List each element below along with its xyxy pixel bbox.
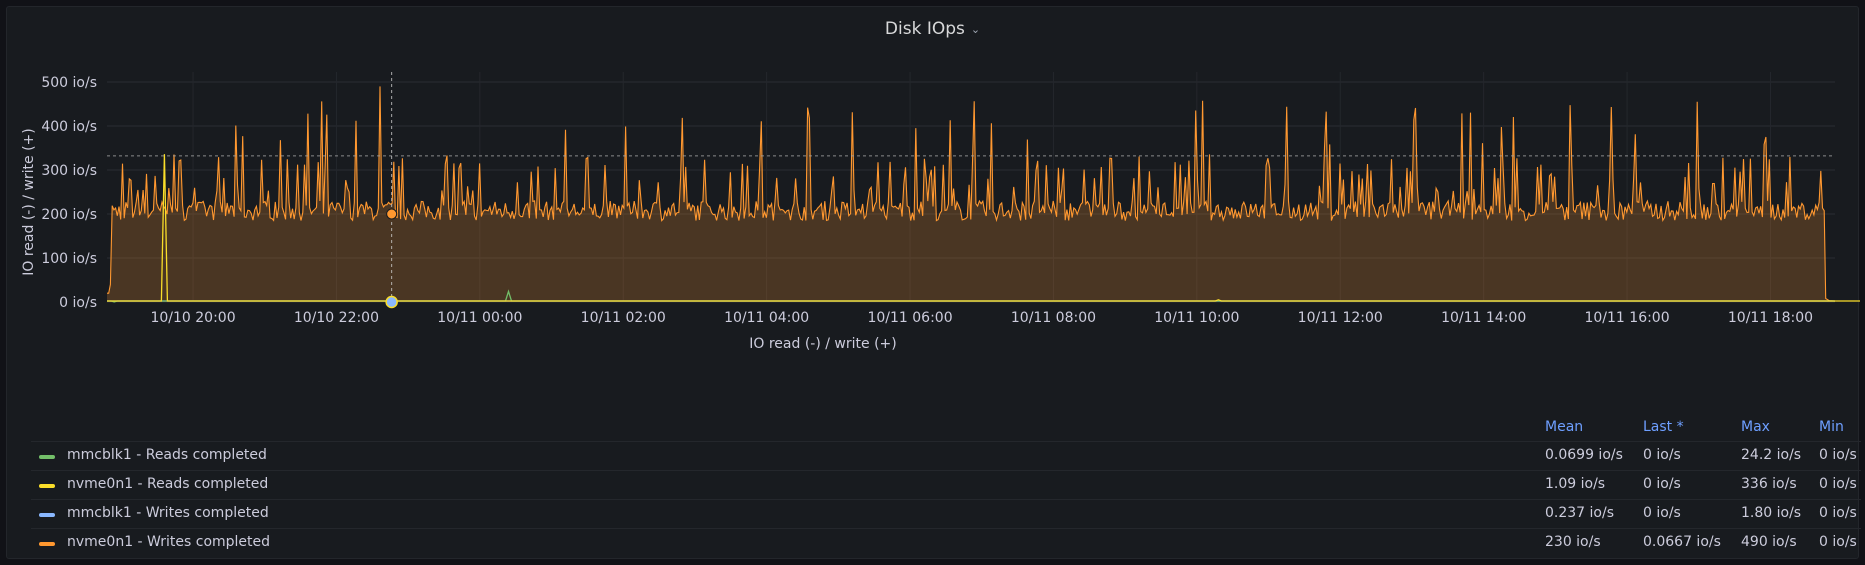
legend-min: 0 io/s [1819, 534, 1857, 550]
legend-row[interactable]: mmcblk1 - Reads completed 0.0699 io/s 0 … [31, 441, 1861, 470]
legend-header-mean[interactable]: Mean [1545, 419, 1583, 435]
y-tick-labels: 0 io/s 100 io/s 200 io/s 300 io/s 400 io/s 50… [41, 75, 97, 311]
x-tick-label: 10/11 18:00 [1728, 310, 1813, 326]
y-tick-label: 0 io/s [59, 295, 97, 311]
legend-max: 1.80 io/s [1741, 505, 1802, 521]
x-axis-label: IO read (-) / write (+) [749, 336, 896, 352]
legend-header-min[interactable]: Min [1819, 419, 1844, 435]
legend-header-max[interactable]: Max [1741, 419, 1770, 435]
x-tick-label: 10/11 16:00 [1584, 310, 1669, 326]
y-tick-label: 400 io/s [41, 119, 97, 135]
legend-mean: 0.237 io/s [1545, 505, 1614, 521]
legend-last: 0 io/s [1643, 505, 1681, 521]
legend-series-name[interactable]: nvme0n1 - Writes completed [67, 534, 270, 550]
y-tick-label: 200 io/s [41, 207, 97, 223]
cursor-point-writes [386, 208, 398, 220]
legend-max: 490 io/s [1741, 534, 1797, 550]
legend-last: 0 io/s [1643, 476, 1681, 492]
series-layer [107, 72, 1860, 309]
x-tick-label: 10/10 22:00 [294, 310, 379, 326]
legend-last: 0.0667 io/s [1643, 534, 1721, 550]
y-tick-label: 100 io/s [41, 251, 97, 267]
legend-swatch [39, 542, 55, 546]
x-tick-label: 10/11 00:00 [437, 310, 522, 326]
x-tick-label: 10/11 10:00 [1154, 310, 1239, 326]
y-tick-label: 500 io/s [41, 75, 97, 91]
legend-mean: 0.0699 io/s [1545, 447, 1623, 463]
y-tick-label: 300 io/s [41, 163, 97, 179]
legend-swatch [39, 513, 55, 517]
x-tick-label: 10/11 12:00 [1298, 310, 1383, 326]
x-tick-label: 10/11 14:00 [1441, 310, 1526, 326]
x-tick-label: 10/11 02:00 [581, 310, 666, 326]
legend-series-name[interactable]: mmcblk1 - Writes completed [67, 505, 269, 521]
legend-min: 0 io/s [1819, 505, 1857, 521]
x-tick-label: 10/11 08:00 [1011, 310, 1096, 326]
legend: Mean Last * Max Min mmcblk1 - Reads comp… [31, 415, 1861, 557]
legend-swatch [39, 484, 55, 488]
chart[interactable]: 0 io/s 100 io/s 200 io/s 300 io/s 400 io/s 50… [7, 7, 1860, 407]
legend-header-last[interactable]: Last * [1643, 419, 1684, 435]
legend-last: 0 io/s [1643, 447, 1681, 463]
legend-max: 24.2 io/s [1741, 447, 1802, 463]
legend-min: 0 io/s [1819, 447, 1857, 463]
legend-mean: 230 io/s [1545, 534, 1601, 550]
legend-header: Mean Last * Max Min [31, 415, 1861, 441]
legend-row[interactable]: nvme0n1 - Reads completed 1.09 io/s 0 io… [31, 470, 1861, 499]
legend-mean: 1.09 io/s [1545, 476, 1606, 492]
legend-series-name[interactable]: nvme0n1 - Reads completed [67, 476, 268, 492]
cursor-point-reads [385, 295, 398, 309]
legend-max: 336 io/s [1741, 476, 1797, 492]
legend-row[interactable]: mmcblk1 - Writes completed 0.237 io/s 0 … [31, 499, 1861, 528]
x-tick-label: 10/10 20:00 [150, 310, 235, 326]
x-tick-labels: 10/10 20:00 10/10 22:00 10/11 00:00 10/11 0… [150, 310, 1813, 326]
legend-swatch [39, 455, 55, 459]
legend-series-name[interactable]: mmcblk1 - Reads completed [67, 447, 267, 463]
series-area-nvme0n1-writes [107, 86, 1835, 303]
x-tick-label: 10/11 04:00 [724, 310, 809, 326]
legend-min: 0 io/s [1819, 476, 1857, 492]
x-tick-label: 10/11 06:00 [867, 310, 952, 326]
panel: Disk IOps ⌄ 0 io/s 100 io/s 200 io/s 300 io/… [6, 6, 1861, 559]
legend-row[interactable]: nvme0n1 - Writes completed 230 io/s 0.06… [31, 528, 1861, 557]
y-axis-label: IO read (-) / write (+) [21, 128, 37, 275]
